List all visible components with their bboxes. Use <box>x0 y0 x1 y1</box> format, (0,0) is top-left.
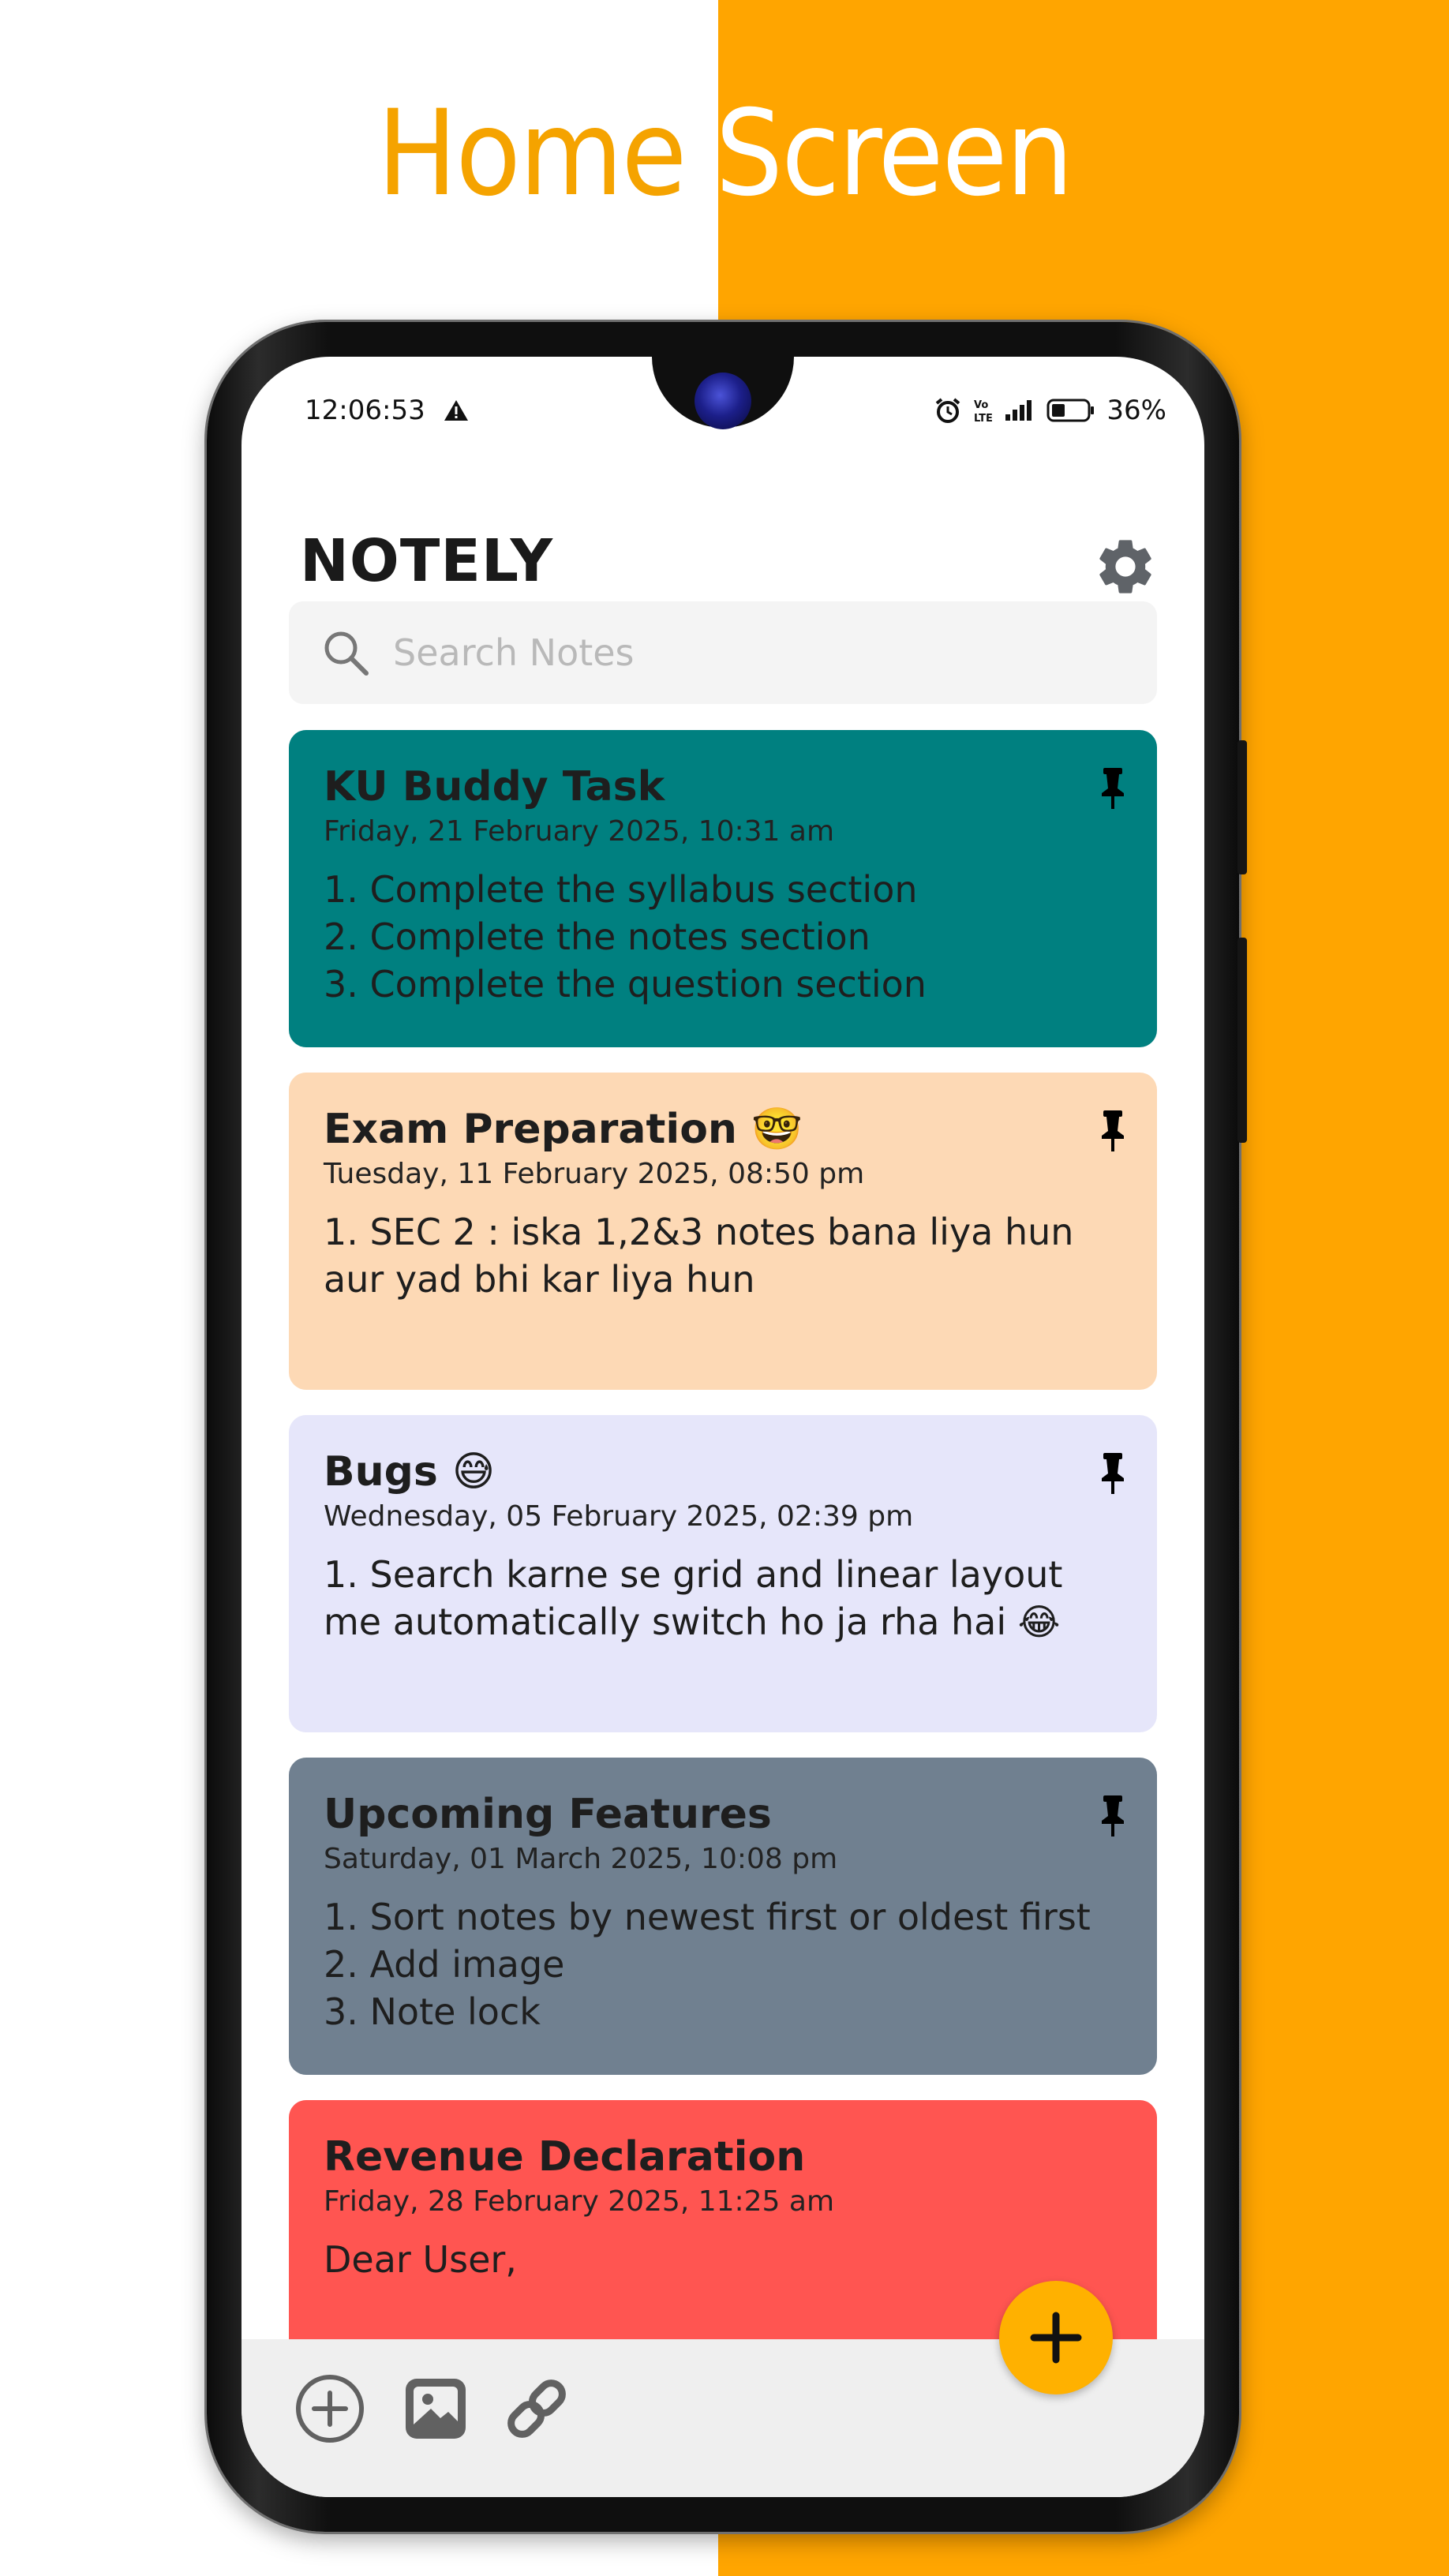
add-circle-icon[interactable] <box>294 2372 366 2445</box>
search-bar[interactable] <box>289 601 1157 704</box>
volte-icon: Vo LTE <box>972 397 993 424</box>
note-date: Friday, 21 February 2025, 10:31 am <box>324 815 835 848</box>
add-note-fab[interactable] <box>999 2281 1113 2394</box>
front-camera <box>695 373 751 429</box>
headline-word-screen: Screen <box>715 85 1073 223</box>
pin-icon[interactable] <box>1097 1109 1129 1153</box>
battery-icon <box>1046 398 1095 423</box>
battery-percent: 36% <box>1106 395 1166 426</box>
search-input[interactable] <box>391 631 1105 675</box>
note-card[interactable]: Exam Preparation 🤓 Tuesday, 11 February … <box>289 1073 1157 1390</box>
note-title: Exam Preparation 🤓 <box>324 1106 803 1153</box>
note-title: Upcoming Features <box>324 1791 772 1838</box>
pin-icon[interactable] <box>1097 1451 1129 1496</box>
note-card[interactable]: KU Buddy Task Friday, 21 February 2025, … <box>289 730 1157 1047</box>
note-date: Saturday, 01 March 2025, 10:08 pm <box>324 1843 838 1875</box>
note-title: Revenue Declaration <box>324 2133 806 2181</box>
note-body: 1. Sort notes by newest first or oldest … <box>324 1896 1091 2033</box>
note-card[interactable]: Upcoming Features Saturday, 01 March 202… <box>289 1758 1157 2075</box>
note-body: 1. Search karne se grid and linear layou… <box>324 1553 1063 1643</box>
note-date: Tuesday, 11 February 2025, 08:50 pm <box>324 1158 865 1190</box>
pin-icon[interactable] <box>1097 766 1129 811</box>
svg-text:Vo: Vo <box>974 399 988 411</box>
signal-icon <box>1004 399 1035 422</box>
status-bar-right: Vo LTE 36% <box>934 395 1166 426</box>
status-bar-left: 12:06:53 <box>305 395 470 426</box>
note-date: Friday, 28 February 2025, 11:25 am <box>324 2185 835 2218</box>
link-icon[interactable] <box>500 2372 573 2445</box>
headline: Home Screen <box>0 79 1449 229</box>
headline-word-home: Home <box>376 85 687 223</box>
note-date: Wednesday, 05 February 2025, 02:39 pm <box>324 1500 914 1533</box>
alarm-icon <box>934 397 961 424</box>
power-button <box>1237 938 1247 1143</box>
app-title: NOTELY <box>300 527 554 595</box>
note-title: Bugs 😅 <box>324 1448 496 1496</box>
phone-screen: 12:06:53 Vo LTE 36% NOTELY Search Notes … <box>242 357 1204 2497</box>
phone-frame: 12:06:53 Vo LTE 36% NOTELY Search Notes … <box>207 322 1247 2532</box>
volume-button <box>1237 740 1247 874</box>
settings-button[interactable] <box>1092 534 1159 600</box>
note-body: Dear User, <box>324 2238 517 2281</box>
warning-icon <box>443 399 470 422</box>
note-body: 1. SEC 2 : iska 1,2&3 notes bana liya hu… <box>324 1211 1074 1301</box>
gear-icon <box>1099 540 1151 593</box>
note-body: 1. Complete the syllabus section 2. Comp… <box>324 868 927 1005</box>
svg-text:LTE: LTE <box>974 413 993 424</box>
pin-icon[interactable] <box>1097 1794 1129 1838</box>
status-time: 12:06:53 <box>305 395 425 426</box>
plus-icon <box>1030 2312 1082 2364</box>
note-title: KU Buddy Task <box>324 763 665 811</box>
image-icon[interactable] <box>399 2372 472 2445</box>
search-icon <box>324 631 369 676</box>
note-card[interactable]: Bugs 😅 Wednesday, 05 February 2025, 02:3… <box>289 1415 1157 1732</box>
